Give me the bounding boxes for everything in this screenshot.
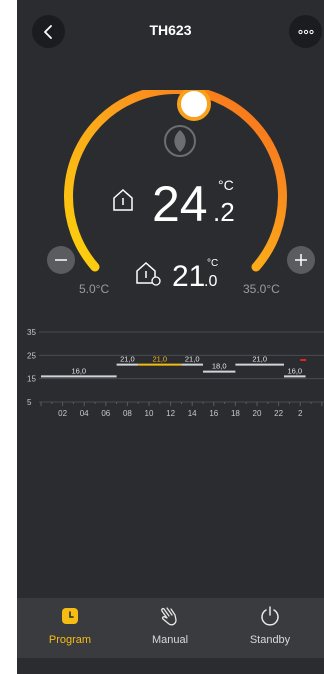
- setpoint-temp-unit: °C: [207, 258, 218, 269]
- setpoint-temp-integer: 21: [172, 260, 205, 293]
- more-dots-icon: [297, 29, 314, 34]
- x-tick-label: 14: [188, 409, 197, 418]
- room-temperature-icon: [113, 188, 133, 211]
- y-tick-label: 35: [27, 328, 36, 337]
- x-tick-label: 2: [298, 409, 303, 418]
- segment-value-label: 21,0: [152, 355, 167, 364]
- current-temp-integer: 24: [152, 176, 208, 232]
- current-temp-unit: °C: [218, 177, 234, 193]
- schedule-chart[interactable]: 352515502 04 06 08 10 12 14 16 18 20 22 216,021,0 21…: [17, 325, 324, 420]
- x-tick-label: 16: [209, 409, 218, 418]
- nav-program-label: Program: [48, 634, 92, 646]
- setpoint-temperature-icon: [136, 261, 161, 286]
- more-button[interactable]: [289, 15, 322, 48]
- x-tick-label: 04: [80, 409, 89, 418]
- segment-value-label: 16,0: [71, 366, 86, 375]
- setpoint-temp-decimal: .0: [204, 273, 217, 290]
- nav-standby-label: Standby: [249, 634, 291, 646]
- x-tick-label: 18: [231, 409, 240, 418]
- plus-icon: [295, 254, 307, 266]
- decrease-temp-button[interactable]: [47, 246, 75, 274]
- bottom-nav: Program Manual Standby: [17, 598, 324, 658]
- segment-value-label: 21,0: [252, 355, 267, 364]
- x-tick-label: 06: [101, 409, 110, 418]
- nav-manual-label: Manual: [151, 634, 189, 646]
- y-tick-label: 5: [27, 398, 32, 407]
- min-temp-label: 5.0°C: [79, 282, 110, 296]
- program-clock-icon: [58, 604, 82, 628]
- x-tick-label: 12: [166, 409, 175, 418]
- nav-program[interactable]: Program: [25, 598, 115, 658]
- setpoint-handle[interactable]: [177, 90, 211, 121]
- segment-value-label: 21,0: [120, 355, 135, 364]
- thermostat-screen: TH623 24 °C .2 21 °C .0 5.0°C 35.0°C 35 …: [17, 0, 324, 674]
- x-tick-label: 22: [274, 409, 283, 418]
- y-tick-label: 25: [27, 351, 36, 360]
- top-bar: TH623: [17, 0, 324, 64]
- segment-value-label: 21,0: [185, 355, 200, 364]
- x-tick-label: 20: [253, 409, 262, 418]
- x-tick-label: 02: [58, 409, 67, 418]
- max-temp-label: 35.0°C: [243, 282, 280, 296]
- device-title: TH623: [149, 22, 192, 38]
- increase-temp-button[interactable]: [287, 246, 315, 274]
- minus-icon: [55, 259, 67, 261]
- hand-pointer-icon: [158, 604, 182, 628]
- nav-standby[interactable]: Standby: [225, 598, 315, 658]
- x-tick-label: 08: [123, 409, 132, 418]
- segment-value-label: 16,0: [287, 366, 302, 375]
- nav-manual[interactable]: Manual: [125, 598, 215, 658]
- current-temp-decimal: .2: [213, 197, 235, 227]
- flame-icon: [164, 125, 196, 157]
- y-tick-label: 15: [27, 375, 36, 384]
- x-tick-label: 10: [145, 409, 154, 418]
- segment-value-label: 18,0: [212, 362, 227, 371]
- power-icon: [258, 604, 282, 628]
